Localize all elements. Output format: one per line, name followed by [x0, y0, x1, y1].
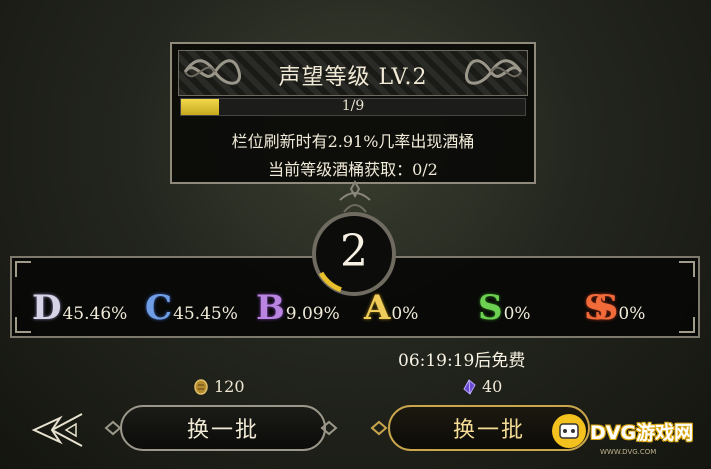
rate-C: C 45.45%: [145, 291, 238, 325]
refresh-gold-label: 换一批: [186, 418, 259, 443]
rate-B: B 9.09%: [256, 291, 340, 325]
barrel-count-text: 当前等级酒桶获取：0/2: [268, 160, 438, 179]
corner-decoration: [15, 317, 31, 333]
gem-cost-amount: 40: [482, 377, 503, 396]
rate-SS: SS 0%: [584, 291, 645, 325]
corner-decoration: [15, 261, 31, 277]
rate-C-value: 45.45%: [173, 304, 238, 324]
reputation-tooltip: 声望等级 LV.2 1/9 栏位刷新时有2.91%几率出现酒桶 当前等级酒桶获取…: [170, 42, 536, 184]
watermark-text: DVG游戏网: [590, 421, 694, 444]
rate-A-value: 0%: [391, 304, 419, 324]
free-refresh-timer: 06:19:19后免费: [398, 351, 526, 371]
reputation-level-number: 2: [340, 226, 368, 277]
rate-A: A 0%: [364, 291, 418, 325]
progress-text: 1/9: [341, 98, 365, 114]
barrel-chance-text: 栏位刷新时有2.91%几率出现酒桶: [231, 132, 475, 151]
grade-SS-icon: SS: [584, 288, 619, 328]
gold-coin-icon: [194, 378, 208, 395]
watermark-subtext: WWW.DVG.COM: [600, 448, 657, 456]
gold-cost: 120: [194, 377, 245, 396]
tooltip-header: 声望等级 LV.2: [178, 50, 528, 96]
grade-B-icon: B: [256, 288, 285, 328]
back-arrow-icon[interactable]: [30, 410, 86, 450]
rate-D: D 45.46%: [32, 291, 127, 325]
grade-D-icon: D: [32, 288, 62, 328]
refresh-gem-label: 换一批: [452, 418, 525, 443]
purple-gem-icon: [463, 378, 476, 395]
watermark-logo: DVG游戏网: [552, 412, 702, 450]
grade-C-icon: C: [145, 288, 173, 328]
reputation-progress-bar: 1/9: [180, 98, 526, 116]
grade-A-icon: A: [364, 288, 391, 328]
mascot-icon: [552, 414, 586, 448]
diamond-deco-icon: [320, 420, 338, 436]
gem-cost: 40: [462, 377, 502, 396]
grade-S-icon: S: [478, 288, 503, 328]
rate-SS-value: 0%: [618, 304, 646, 324]
corner-decoration: [679, 261, 695, 277]
celtic-knot-icon: [465, 59, 523, 85]
rate-S-value: 0%: [503, 304, 531, 324]
gold-cost-amount: 120: [214, 377, 245, 396]
rate-B-value: 9.09%: [285, 304, 340, 324]
refresh-gold-button[interactable]: 换一批: [120, 405, 326, 451]
corner-decoration: [679, 317, 695, 333]
reputation-level-ring[interactable]: 2: [312, 212, 396, 296]
rate-S: S 0%: [478, 291, 531, 325]
rate-D-value: 45.46%: [62, 304, 128, 324]
diamond-deco-icon: [370, 420, 388, 436]
ornament-icon: [339, 180, 371, 213]
